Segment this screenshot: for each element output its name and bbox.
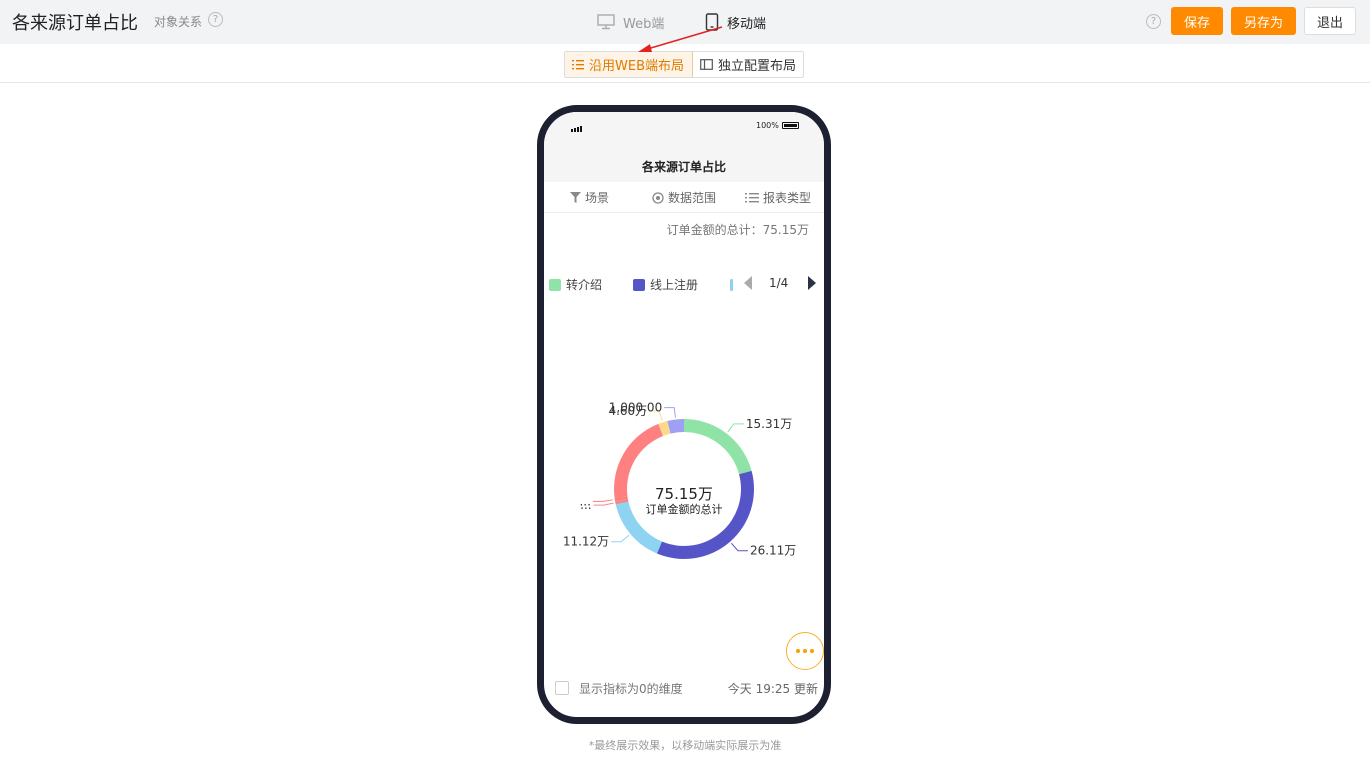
legend-swatch — [633, 278, 645, 291]
slice-data-label: 15.31万 — [746, 417, 792, 431]
range-icon — [652, 191, 664, 204]
show-zero-dimension-checkbox[interactable] — [555, 681, 569, 695]
chart-legend: 转介绍 线上注册 1/4 — [544, 276, 824, 296]
filter-data-range[interactable]: 数据范围 — [652, 189, 716, 206]
list-icon — [572, 60, 584, 70]
phone-report-title: 各来源订单占比 — [544, 152, 824, 182]
legend-item[interactable]: 转介绍 — [549, 276, 602, 293]
filter-report-type[interactable]: 报表类型 — [745, 189, 811, 206]
more-actions-button[interactable] — [786, 632, 824, 670]
legend-label: 线上注册 — [650, 278, 699, 292]
donut-center-label: 订单金额的总计 — [646, 502, 723, 516]
exit-button[interactable]: 退出 — [1304, 7, 1356, 35]
phone-footer: 显示指标为0的维度 今天 19:25 更新 — [544, 678, 824, 698]
show-zero-dimension-label: 显示指标为0的维度 — [579, 682, 683, 696]
total-summary: 订单金额的总计：75.15万 — [666, 223, 809, 237]
phone-filter-row: 场景 数据范围 报表类型 — [544, 182, 824, 213]
monitor-icon — [597, 14, 615, 30]
slice-leader-line — [727, 423, 744, 433]
filter-icon — [570, 192, 581, 203]
legend-swatch — [549, 278, 561, 291]
signal-icon — [571, 126, 582, 132]
slice-leader-line — [611, 534, 630, 543]
legend-pager: 1/4 — [744, 276, 817, 290]
object-relation-link[interactable]: 对象关系 — [154, 13, 202, 30]
panel-icon — [700, 59, 713, 70]
annotation-arrow — [638, 26, 723, 52]
help-icon[interactable]: ? — [1146, 14, 1161, 29]
battery-icon — [782, 122, 799, 129]
list-icon — [745, 193, 759, 203]
legend-next-button[interactable] — [808, 276, 817, 290]
filter-data-range-label: 数据范围 — [668, 191, 717, 205]
slice-data-label: 26.11万 — [750, 544, 796, 558]
battery-level: 100% — [756, 121, 779, 130]
slice-data-label: ... — [579, 494, 590, 508]
legend-page-indicator: 1/4 — [769, 276, 789, 290]
phone-preview: 100% 各来源订单占比 场景 数据范围 报表类型 订单金额的总计：75.15万… — [537, 105, 831, 724]
slice-data-label: 11.12万 — [563, 535, 609, 549]
slice-leader-line — [593, 502, 614, 506]
last-updated-text: 今天 19:25 更新 — [727, 682, 818, 696]
save-button[interactable]: 保存 — [1171, 7, 1223, 35]
phone-status-bar: 100% — [544, 112, 824, 152]
preview-disclaimer: *最终展示效果，以移动端实际展示为准 — [588, 739, 782, 752]
slice-leader-line — [664, 407, 676, 418]
legend-item[interactable]: 线上注册 — [633, 276, 698, 293]
legend-prev-button[interactable] — [744, 276, 752, 290]
tab-mobile-label: 移动端 — [727, 16, 767, 32]
donut-chart: 15.31万26.11万11.12万......4.60万1,000.00 75… — [563, 401, 796, 559]
filter-report-type-label: 报表类型 — [763, 191, 812, 205]
filter-scene[interactable]: 场景 — [570, 189, 609, 206]
filter-scene-label: 场景 — [585, 191, 610, 205]
slice-leader-line — [730, 542, 748, 552]
donut-center-value: 75.15万 — [655, 485, 713, 503]
help-icon[interactable]: ? — [208, 12, 223, 27]
slice-leader-line — [592, 499, 613, 502]
donut-slice[interactable] — [684, 419, 752, 475]
slice-data-label: 1,000.00 — [609, 401, 662, 415]
legend-label: 转介绍 — [566, 278, 603, 292]
legend-clipped-item — [730, 279, 733, 291]
save-as-button[interactable]: 另存为 — [1231, 7, 1296, 35]
page-title: 各来源订单占比 — [12, 13, 138, 34]
